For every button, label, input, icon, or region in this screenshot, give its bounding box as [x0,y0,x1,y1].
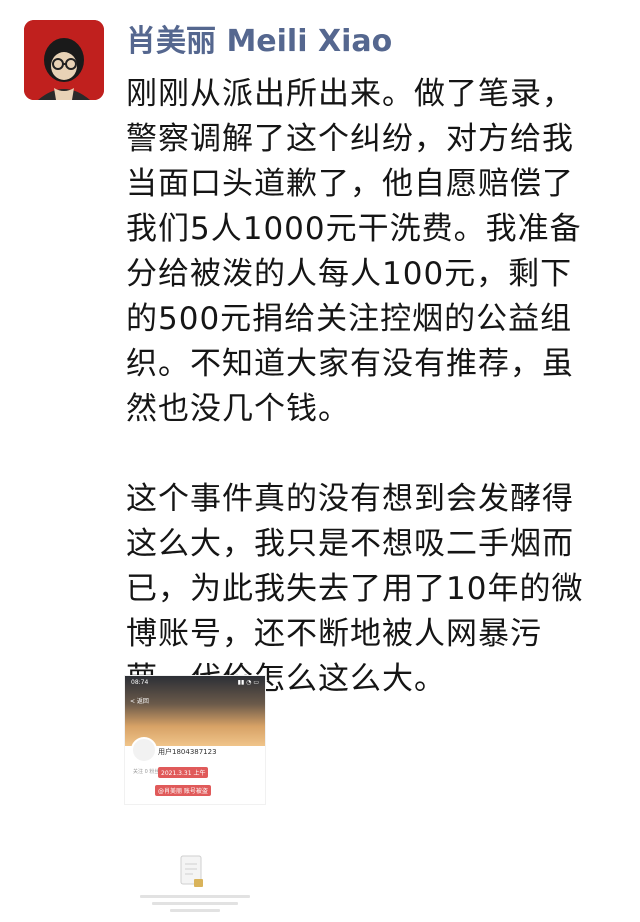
back-link: < 返回 [130,698,149,705]
text-line: 博账号，还不断地被人网暴污 [126,616,542,652]
date-badge: 2021.3.31 上午 [158,767,209,778]
text-line: 我们5人1000元干洗费。我准备 [126,211,582,247]
sunset-cover-photo [125,676,265,746]
post-body: 刚刚从派出所出来。做了笔录， 警察调解了这个纠纷，对方给我 当面口头道歉了，他自… [126,72,626,702]
attached-image[interactable]: 08:74 ▮▮ ◔ ▭ < 返回 用户1804387123 关注 0 粉丝 0… [124,675,266,805]
notice-text-line [170,909,220,912]
account-tag: @肖美丽 账号被盗 [155,785,211,796]
text-line: 的500元捐给关注控烟的公益组 [126,301,573,337]
document-lock-icon [180,855,203,887]
status-icons: ▮▮ ◔ ▭ [237,679,259,686]
text-line: 这么大，我只是不想吸二手烟而 [126,526,574,562]
notice-text-line [152,902,238,905]
status-time: 08:74 [131,679,149,686]
text-line: 当面口头道歉了，他自愿赔偿了 [126,166,574,202]
avatar[interactable] [24,20,104,100]
text-line: 织。不知道大家有没有推荐，虽 [126,346,574,382]
text-line: 然也没几个钱。 [126,391,350,427]
avatar-illustration [24,20,104,100]
profile-username: 用户1804387123 [158,748,217,756]
notice-text-line [140,895,250,898]
text-line: 刚刚从派出所出来。做了笔录， [126,76,574,112]
text-line: 这个事件真的没有想到会发酵得 [126,481,574,517]
text-line: 分给被泼的人每人100元，剩下 [126,256,573,292]
post-paragraph-2: 这个事件真的没有想到会发酵得 这么大，我只是不想吸二手烟而 已，为此我失去了用了… [126,477,626,702]
post-paragraph-1: 刚刚从派出所出来。做了笔录， 警察调解了这个纠纷，对方给我 当面口头道歉了，他自… [126,72,626,432]
profile-avatar-placeholder [131,737,157,763]
author-name[interactable]: 肖美丽 Meili Xiao [126,20,392,64]
text-line: 警察调解了这个纠纷，对方给我 [126,121,574,157]
text-line: 已，为此我失去了用了10年的微 [126,571,584,607]
unavailable-image-notice [140,855,250,915]
